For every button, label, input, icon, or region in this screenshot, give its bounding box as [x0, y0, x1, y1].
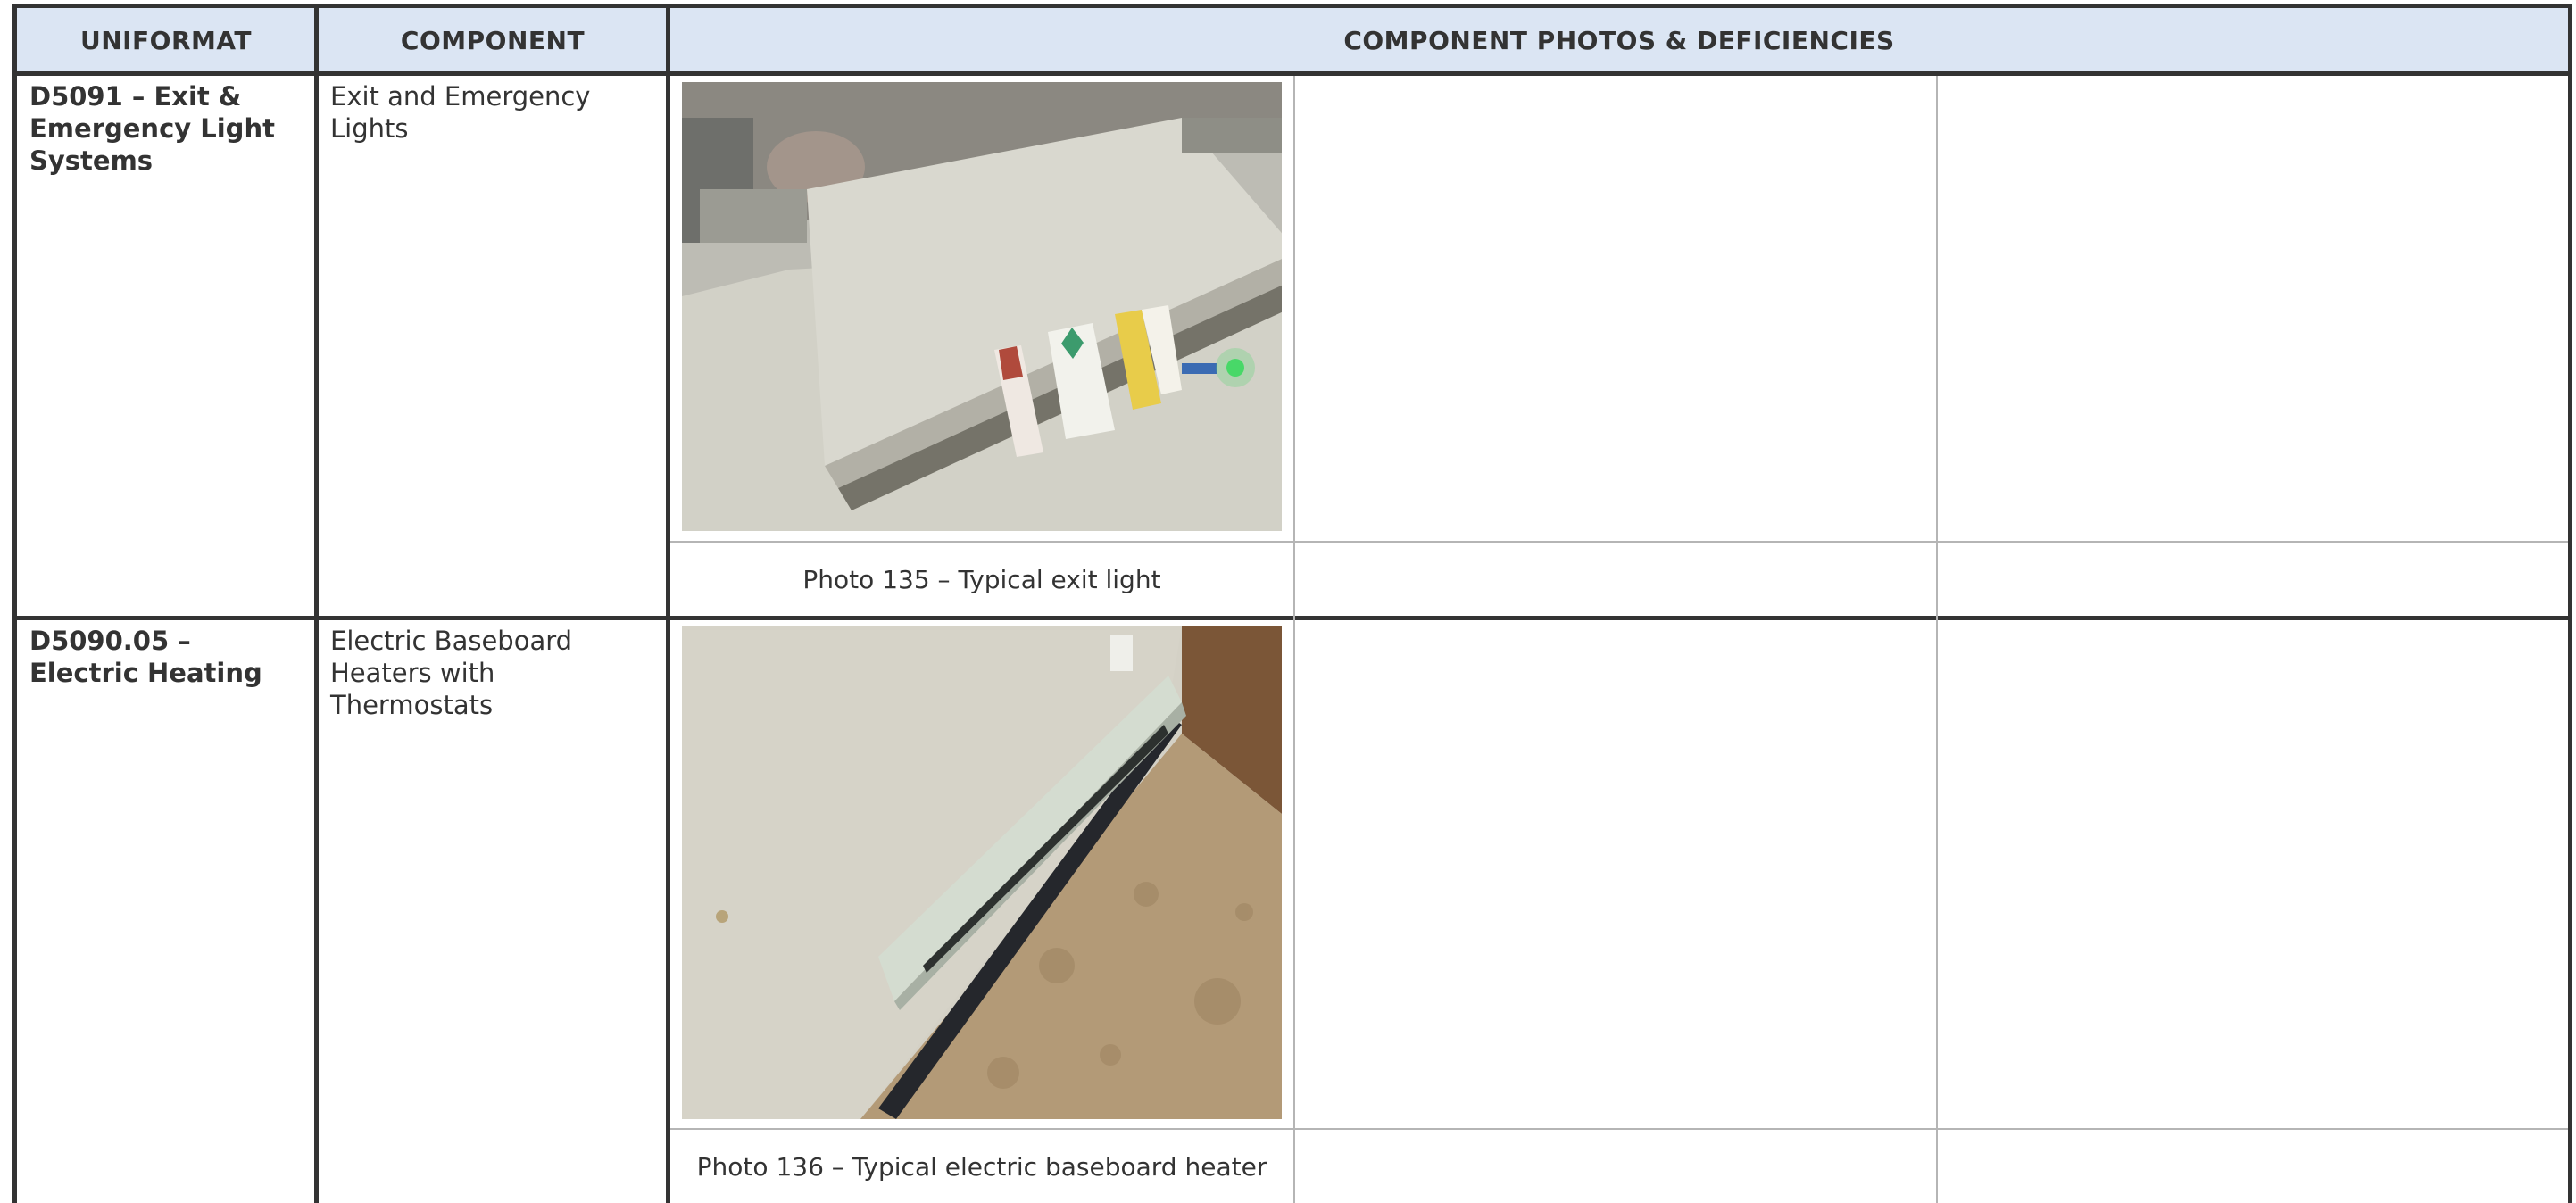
- border-row-divider: [12, 616, 2572, 620]
- header-component: COMPONENT: [400, 26, 586, 55]
- border-header-bottom: [12, 71, 2572, 76]
- header-uniformat: UNIFORMAT: [79, 26, 253, 55]
- inner-divider-v2: [1936, 76, 1938, 1203]
- inner-divider-v1: [1293, 76, 1295, 1203]
- border-right: [2568, 4, 2572, 1203]
- header-photos: COMPONENT PHOTOS & DEFICIENCIES: [1343, 26, 1895, 55]
- border-top: [12, 4, 2572, 8]
- border-col1: [314, 4, 319, 1203]
- exit-light-photo: [682, 82, 1282, 531]
- row2-component: Electric Baseboard Heaters with Thermost…: [330, 626, 573, 720]
- border-left: [12, 4, 17, 1203]
- row2-uniformat: D5090.05 – Electric Heating: [29, 626, 262, 688]
- row2-photo-caption: Photo 136 – Typical electric baseboard h…: [696, 1151, 1267, 1182]
- row1-photo-caption: Photo 135 – Typical exit light: [802, 564, 1161, 594]
- baseboard-heater-photo: [682, 626, 1282, 1119]
- row1-uniformat: D5091 – Exit & Emergency Light Systems: [29, 81, 275, 176]
- row1-component: Exit and Emergency Lights: [330, 81, 591, 144]
